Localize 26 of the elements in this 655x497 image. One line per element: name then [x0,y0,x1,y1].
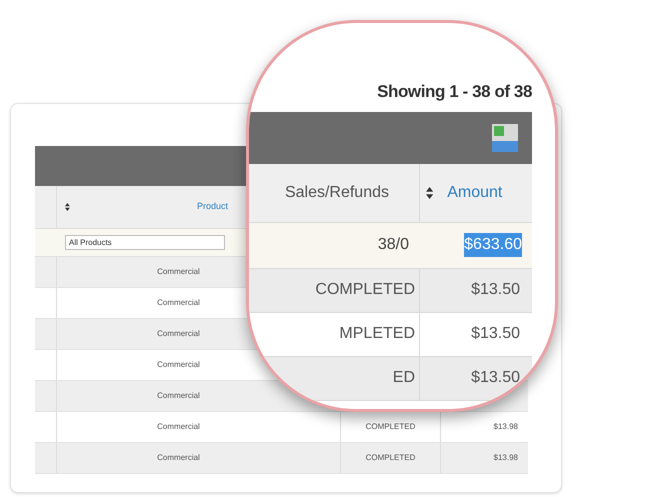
sort-icon[interactable] [65,203,70,211]
product-cell: Commercial [157,328,200,340]
product-cell: Commercial [157,359,200,371]
amount-cell-text: $13.50 [471,368,520,388]
amount-cell: $13.98 [494,421,518,433]
amount-cell: $13.98 [494,452,518,464]
results-summary: Showing 1 - 38 of 38 [377,81,532,103]
product-cell: Commercial [157,266,200,278]
product-cell: Commercial [157,452,200,464]
amount-cell-text: $13.50 [471,324,520,344]
product-cell: Commercial [157,390,200,402]
totals-amount: $633.60 [464,233,522,257]
status-cell: COMPLETED [366,452,416,464]
amount-cell-text: $13.50 [471,280,520,300]
column-header[interactable]: Product [196,200,228,214]
totals-count: 38/0 [378,235,409,255]
column-header[interactable]: Sales/Refunds [284,180,389,204]
sort-icon[interactable] [426,186,434,198]
product-filter-field[interactable]: All Products [65,235,225,250]
status-cell-text: ED [392,368,415,388]
status-cell-text: MPLETED [339,324,415,344]
product-cell: Commercial [157,297,200,309]
product-cell: Commercial [157,421,200,433]
status-cell-text: COMPLETED [315,280,415,300]
status-cell: COMPLETED [366,421,416,433]
column-header[interactable]: Amount [447,180,502,204]
